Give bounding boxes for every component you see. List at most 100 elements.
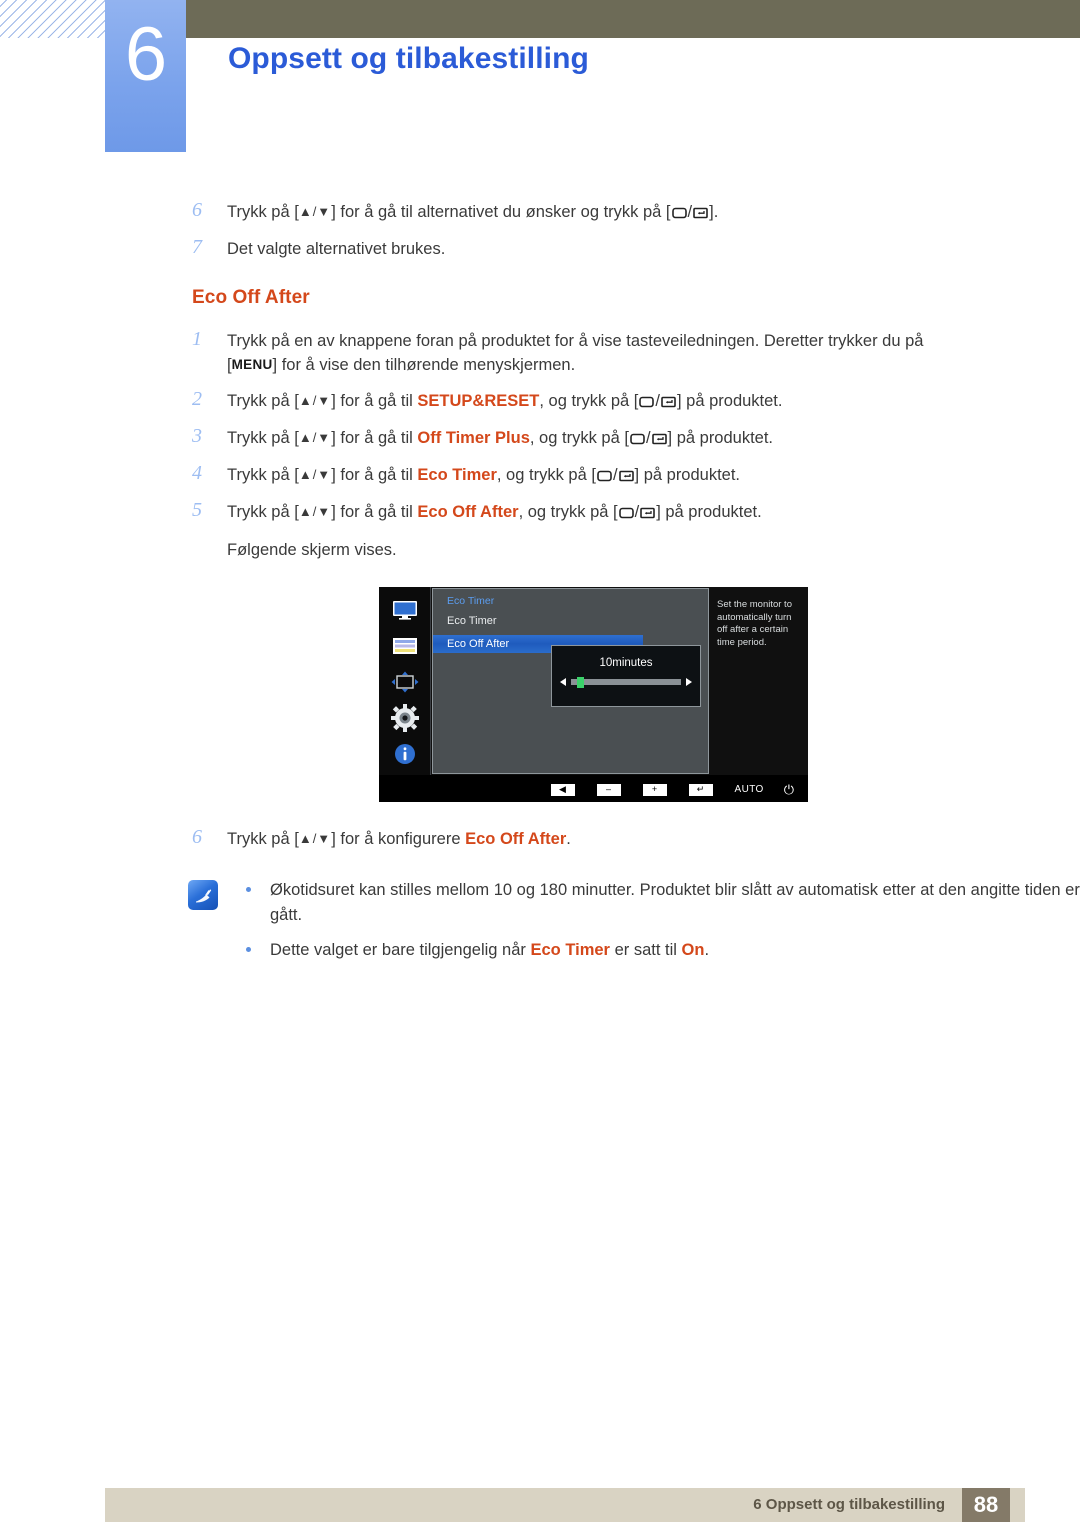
step-item: 4 Trykk på [▲/▼] for å gå til Eco Timer,… — [0, 462, 1080, 489]
information-icon[interactable] — [388, 739, 422, 768]
osd-back-button[interactable]: ◀ — [550, 783, 575, 796]
step-text-post: ] på produktet. — [676, 392, 783, 410]
step-number: 5 — [192, 499, 202, 521]
step-text-line1: Trykk på en av knappene foran på produkt… — [227, 332, 924, 350]
highlighted-term: SETUP&RESET — [417, 392, 540, 410]
osd-body: Eco Timer Eco Timer Eco Off After 10minu… — [379, 587, 808, 775]
hatch-pattern-decoration — [0, 0, 108, 38]
picture-color-icon[interactable] — [388, 632, 422, 661]
note-list-item: Dette valget er bare tilgjengelig når Ec… — [246, 938, 1080, 963]
osd-description-text: Set the monitor to automatically turn of… — [717, 599, 792, 648]
section-heading: Eco Off After — [192, 287, 310, 308]
step-text: Trykk på en av knappene foran på produkt… — [227, 329, 1080, 378]
up-down-arrow-keys-icon: ▲/▼ — [298, 430, 332, 445]
enter-key-icon — [661, 391, 676, 415]
note-pen-icon — [188, 880, 218, 910]
key-separator: / — [612, 466, 618, 484]
enter-key-icon — [651, 428, 667, 452]
step-text-pre: Trykk på [ — [227, 466, 299, 484]
step-text-pre: Trykk på [ — [227, 429, 299, 447]
step-text: Trykk på [▲/▼] for å konfigurere Eco Off… — [227, 827, 1080, 852]
step-number: 1 — [192, 328, 202, 350]
osd-slider-row[interactable] — [560, 677, 692, 688]
step-text-pre: Trykk på [ — [227, 203, 299, 221]
step-text-post: ] på produktet. — [656, 503, 762, 521]
chapter-number-box: 6 — [105, 0, 186, 152]
step-text-pre: Trykk på [ — [227, 503, 299, 521]
enter-key-icon — [618, 465, 634, 489]
osd-menu-item-eco-timer[interactable]: Eco Timer — [447, 615, 708, 627]
slider-decrease-arrow-icon[interactable] — [560, 678, 566, 686]
step-text-post: . — [566, 830, 571, 848]
step-text-mid: ] for å konfigurere — [331, 830, 466, 848]
following-screen-note: Følgende skjerm vises. — [227, 541, 397, 559]
size-position-icon[interactable] — [388, 668, 422, 697]
osd-power-button[interactable]: ⏻ — [784, 782, 794, 798]
step-text-mid2: , og trykk på [ — [539, 392, 639, 410]
source-key-icon — [671, 202, 687, 226]
key-separator: / — [687, 203, 693, 221]
step-item: 6 Trykk på [▲/▼] for å konfigurere Eco O… — [0, 826, 1080, 852]
highlighted-term: Off Timer Plus — [417, 429, 530, 447]
up-down-arrow-keys-icon: ▲/▼ — [298, 831, 332, 846]
source-key-icon — [597, 465, 612, 489]
osd-figure: Eco Timer Eco Timer Eco Off After 10minu… — [0, 587, 1080, 807]
page-footer: 6 Oppsett og tilbakestilling 88 — [105, 1488, 1025, 1522]
step-number: 3 — [192, 425, 202, 447]
up-down-arrow-keys-icon: ▲/▼ — [298, 467, 332, 482]
footer-chapter-label: 6 Oppsett og tilbakestilling — [753, 1496, 945, 1513]
step-text-post: ] på produktet. — [634, 466, 741, 484]
setup-gear-icon[interactable] — [388, 703, 422, 732]
up-down-arrow-keys-icon: ▲/▼ — [298, 393, 332, 408]
step-text-mid: ] for å gå til — [331, 466, 418, 484]
osd-plus-button[interactable]: + — [642, 783, 667, 796]
step-text-mid: ] for å gå til alternativet du ønsker og… — [331, 203, 671, 221]
step-number: 6 — [192, 826, 202, 848]
monitor-icon[interactable] — [388, 596, 422, 625]
osd-button-bar: ◀ – + ↵ AUTO ⏻ — [379, 777, 808, 802]
osd-auto-button[interactable]: AUTO — [735, 784, 764, 795]
step-text: Trykk på [▲/▼] for å gå til alternativet… — [227, 200, 1080, 226]
step-text: Trykk på [▲/▼] for å gå til Eco Off Afte… — [227, 500, 1080, 526]
osd-icon-rail — [379, 587, 431, 775]
osd-enter-button[interactable]: ↵ — [688, 783, 713, 796]
slider-knob[interactable] — [577, 677, 584, 688]
step-item: 3 Trykk på [▲/▼] for å gå til Off Timer … — [0, 425, 1080, 452]
step-text: Trykk på [▲/▼] for å gå til Off Timer Pl… — [227, 426, 1080, 452]
slider-increase-arrow-icon[interactable] — [686, 678, 692, 686]
bullet-icon — [246, 947, 251, 952]
highlighted-term: Eco Off After — [417, 503, 519, 521]
step-item: 6 Trykk på [▲/▼] for å gå til alternativ… — [0, 199, 1080, 226]
step-number: 7 — [192, 236, 202, 258]
source-key-icon — [618, 502, 634, 526]
step-text-mid: ] for å gå til — [331, 429, 418, 447]
up-down-arrow-keys-icon: ▲/▼ — [298, 504, 332, 519]
step-text: Det valgte alternativet brukes. — [227, 240, 446, 258]
osd-minus-button[interactable]: – — [596, 783, 621, 796]
content-area: 6 Trykk på [▲/▼] for å gå til alternativ… — [0, 199, 1080, 973]
step-item: 7 Det valgte alternativet brukes. — [0, 236, 1080, 261]
note-text-mid: er satt til — [609, 941, 682, 959]
up-down-arrow-keys-icon: ▲/▼ — [298, 204, 332, 219]
step-item: 5 Trykk på [▲/▼] for å gå til Eco Off Af… — [0, 499, 1080, 526]
osd-panel-heading: Eco Timer — [447, 595, 495, 607]
key-separator: / — [634, 503, 640, 521]
step-text-mid: ] for å gå til — [331, 503, 418, 521]
header-olive-bar — [186, 0, 1080, 38]
step-item: 2 Trykk på [▲/▼] for å gå til SETUP&RESE… — [0, 388, 1080, 415]
step-text-mid2: , og trykk på [ — [496, 466, 596, 484]
slider-track[interactable] — [571, 677, 681, 688]
bracket-open: [ — [227, 356, 232, 374]
osd-slider-value: 10minutes — [599, 657, 653, 669]
key-separator: / — [655, 392, 660, 410]
step-text: Trykk på [▲/▼] for å gå til Eco Timer, o… — [227, 463, 1080, 489]
enter-key-icon — [640, 502, 656, 526]
step-number: 4 — [192, 462, 202, 484]
page-header: 6 Oppsett og tilbakestilling — [0, 0, 1080, 160]
note-list-item: Økotidsuret kan stilles mellom 10 og 180… — [246, 878, 1080, 928]
page-title: Oppsett og tilbakestilling — [228, 42, 589, 75]
bullet-icon — [246, 887, 251, 892]
step-text-post: ]. — [709, 203, 719, 221]
note-block: Økotidsuret kan stilles mellom 10 og 180… — [0, 878, 1080, 963]
note-text-post: . — [704, 941, 710, 959]
